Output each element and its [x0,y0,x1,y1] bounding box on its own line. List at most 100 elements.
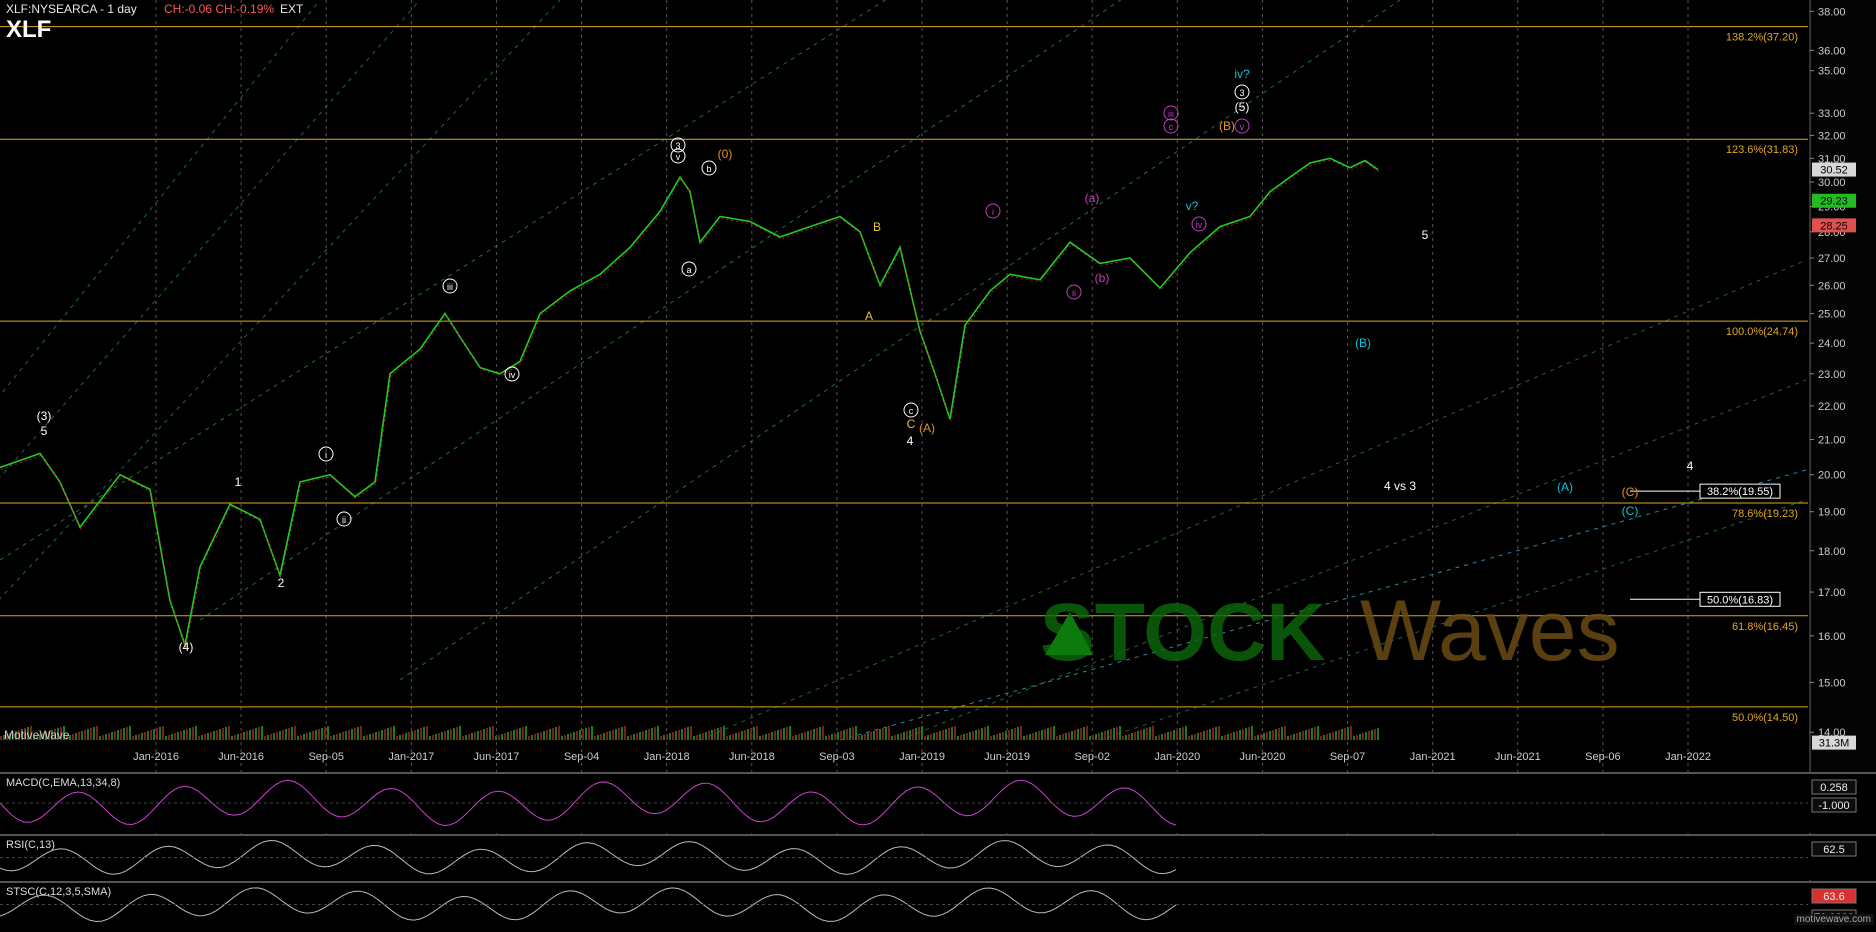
volume-bar [1335,731,1337,740]
volume-bar [597,735,599,740]
volume-bar [897,734,899,740]
volume-bar [390,727,392,740]
volume-bar [831,734,833,740]
volume-bar [906,731,908,740]
volume-bar [468,734,470,740]
volume-bar [1122,736,1124,740]
volume-bar [1182,727,1184,740]
volume-bar [975,730,977,740]
volume-bar [501,734,503,740]
channel-line [0,0,421,479]
volume-bar [1296,733,1298,740]
volume-bar [564,735,566,740]
time-tick-label: Jan-2020 [1154,751,1200,763]
volume-bar [1158,735,1160,740]
price-tick-label: 35.00 [1818,66,1846,78]
volume-bar [1065,733,1067,740]
volume-bar [441,732,443,740]
volume-bar [483,729,485,740]
volume-bar [1365,732,1367,740]
volume-bar [825,736,827,740]
volume-bar [1098,733,1100,740]
volume-bar [777,730,779,740]
volume-bar [288,728,290,740]
volume-bar [948,728,950,740]
volume-bar [1338,730,1340,740]
volume-bar [255,728,257,740]
volume-bar [1125,735,1127,740]
volume-bar [834,733,836,740]
price-series-shadow [0,159,1380,649]
volume-bar [582,729,584,740]
volume-bar [918,727,920,740]
volume-bar [525,726,527,740]
chart-window[interactable]: Jan-2016 Jun-2016 Sep-05 Jan-2017 Jun-2017 Se… [0,0,1876,932]
volume-bar [138,734,140,740]
channel-line [399,0,1401,681]
time-tick-label: Sep-06 [1585,751,1620,763]
volume-bar [588,727,590,740]
price-tick-label: 19.00 [1818,507,1846,519]
volume-bar [633,734,635,740]
volume-bar [1005,731,1007,740]
volume-bar [1197,733,1199,740]
volume-bar [1083,727,1085,740]
time-tick-label: Sep-03 [819,751,854,763]
wave-label: (b) [1095,271,1110,285]
volume-bar [1008,730,1010,740]
volume-bar [591,726,593,740]
volume-bar [672,732,674,740]
volume-bar [1293,734,1295,740]
indicator-title: RSI(C,13) [6,839,55,851]
volume-bar [1185,726,1187,740]
volume-bar [594,736,596,740]
volume-bar [222,728,224,740]
volume-bar [912,729,914,740]
volume-bar [954,726,956,740]
wave-label: v? [1186,199,1199,213]
volume-bar [567,734,569,740]
volume-bar [1260,734,1262,740]
volume-bar [111,732,113,740]
wave-label: i [325,450,327,460]
volume-bar [477,731,479,740]
volume-bar [1161,734,1163,740]
volume-bar [555,727,557,740]
volume-bar [678,730,680,740]
volume-bar [507,732,509,740]
volume-bar [351,729,353,740]
volume-bar [1251,726,1253,740]
volume-bar [324,727,326,740]
wave-label: (4) [179,640,194,654]
volume-bar [1371,730,1373,740]
volume-bar [1050,727,1052,740]
volume-bar [1068,732,1070,740]
change-readout: CH:-0.06 CH:-0.19% [164,2,275,16]
volume-bar [1146,728,1148,740]
volume-bar [129,726,131,740]
volume-bar [1002,732,1004,740]
wave-label: (C) [1622,485,1639,499]
indicator-axis-label: 62.5 [1823,844,1844,856]
fib-level-label: 138.2%(37.20) [1726,32,1798,44]
volume-bar [972,731,974,740]
price-series [0,157,1379,649]
volume-bar [771,732,773,740]
volume-bar [132,736,134,740]
volume-bar [696,735,698,740]
indicator-axis-label: 0.258 [1820,782,1848,794]
footer-site: motivewave.com [1793,914,1874,925]
volume-bar [471,733,473,740]
volume-bar [1155,736,1157,740]
volume-bar [495,736,497,740]
volume-bar [900,733,902,740]
price-chart[interactable]: Jan-2016 Jun-2016 Sep-05 Jan-2017 Jun-2017 Se… [0,0,1876,932]
volume-bar [216,730,218,740]
volume-bar [402,734,404,740]
volume-bar [1119,726,1121,740]
volume-bar [444,731,446,740]
volume-bar [855,726,857,740]
volume-bar [651,728,653,740]
volume-bar [933,733,935,740]
volume-bar [150,730,152,740]
